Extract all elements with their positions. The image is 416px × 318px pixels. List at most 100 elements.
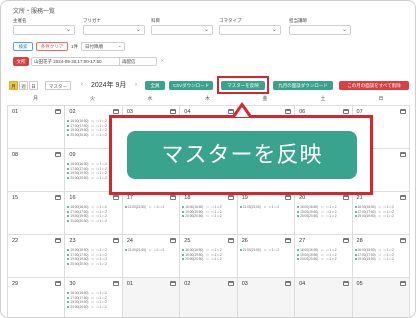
- event-text: 20:00(20:50) □ □ 1 □ 2: [185, 257, 222, 262]
- event-item[interactable]: 20:00(20:50) □ □ 1 □ 2: [297, 214, 349, 219]
- event-text: 19:00(19:50) □ □ 1 □ 2: [70, 300, 107, 305]
- calendar-icon[interactable]: [399, 195, 406, 200]
- event-item[interactable]: 21:00(21:50) □ □ 1 □ 2: [124, 248, 177, 253]
- calendar-day-cell[interactable]: 15: [7, 192, 64, 234]
- redelivery-chip[interactable]: 再配信: [119, 57, 157, 66]
- calendar-icon[interactable]: [170, 195, 177, 200]
- calendar-icon[interactable]: [55, 238, 62, 243]
- calendar-icon[interactable]: [399, 238, 406, 243]
- calendar-icon[interactable]: [342, 281, 349, 286]
- search-button[interactable]: 検索: [13, 42, 33, 51]
- calendar-day-cell[interactable]: 03: [236, 278, 295, 317]
- subject-select[interactable]: ⌄: [151, 25, 213, 35]
- month-download-button[interactable]: 九月の面談ダウンロード: [273, 81, 333, 90]
- close-icon[interactable]: ×: [161, 58, 164, 63]
- calendar-icon[interactable]: [399, 281, 406, 286]
- clear-button[interactable]: 条件クリア: [36, 42, 68, 51]
- calendar-icon[interactable]: [285, 109, 292, 114]
- calendar-icon[interactable]: [285, 281, 292, 286]
- teacher-select[interactable]: ⌄: [289, 25, 351, 35]
- calendar-icon[interactable]: [55, 109, 62, 114]
- calendar-day-cell[interactable]: 18 16:00(16:50) □ □ 1 □ 2 19:00(19:50) □ □…: [179, 192, 236, 234]
- event-item[interactable]: 20:00(20:50) □ □ 1 □ 2: [182, 257, 234, 262]
- event-item[interactable]: 21:00(21:50) □ □ 1 □ 2: [239, 205, 292, 210]
- event-item[interactable]: 21:00(21:50) □ □ 1 □ 2: [239, 248, 292, 253]
- prev-month-icon[interactable]: ‹: [81, 81, 83, 90]
- calendar-day-cell[interactable]: 16 16:00(16:50) □ □ 1 □ 2 17:00(17:50) □ □…: [64, 192, 121, 234]
- calendar-icon[interactable]: [55, 195, 62, 200]
- apply-master-button-zoomed[interactable]: マスターを反映: [127, 131, 357, 179]
- event-text: 17:00(17:50) □ □ 1 □ 2: [357, 252, 394, 257]
- calendar-day-cell[interactable]: 04: [294, 278, 352, 317]
- calendar-icon[interactable]: [342, 109, 349, 114]
- calendar-day-cell[interactable]: 17 21:00(21:50) □ □ 1 □ 2: [121, 192, 179, 234]
- furigana-select[interactable]: ⌄: [83, 25, 145, 35]
- calendar-icon[interactable]: [342, 195, 349, 200]
- calendar-day-cell[interactable]: 19 21:00(21:50) □ □ 1 □ 2: [236, 192, 294, 234]
- all-button[interactable]: 全員: [145, 81, 165, 90]
- calendar-day-cell[interactable]: 28 16:00(16:50) □ □ 1 □ 2 17:00(17:50) □ □…: [351, 235, 410, 277]
- calendar-day-cell[interactable]: 29: [7, 278, 64, 317]
- day-number: 05: [356, 281, 363, 287]
- calendar-day-cell[interactable]: 24 21:00(21:50) □ □ 1 □ 2: [121, 235, 179, 277]
- calendar-day-cell[interactable]: 02: [179, 278, 237, 317]
- calendar-icon[interactable]: [342, 238, 349, 243]
- calendar-icon[interactable]: [170, 238, 177, 243]
- calendar-icon[interactable]: [399, 152, 406, 157]
- calendar-day-cell[interactable]: 08: [7, 149, 64, 191]
- calendar-day-cell[interactable]: 05: [351, 278, 410, 317]
- event-item[interactable]: 20:00(20:50) □ □ 1 □ 2: [67, 305, 119, 310]
- event-item[interactable]: 19:00(19:50) □ □ 1 □ 2: [354, 257, 407, 262]
- host-select[interactable]: ⌄: [13, 25, 75, 35]
- next-month-icon[interactable]: ›: [135, 81, 137, 90]
- calendar-icon[interactable]: [55, 152, 62, 157]
- view-master-button[interactable]: マスター: [45, 81, 71, 90]
- calendar-icon[interactable]: [285, 195, 292, 200]
- calendar-icon[interactable]: [227, 195, 234, 200]
- calendar-icon[interactable]: [399, 109, 406, 114]
- calendar-day-cell[interactable]: 30 16:00(16:50) □ □ 1 □ 2 17:00(17:50) □ □…: [64, 278, 121, 317]
- calendar-icon[interactable]: [112, 281, 119, 286]
- event-item[interactable]: 20:00(20:50) □ □ 1 □ 2: [67, 262, 119, 267]
- day-number: 01: [126, 281, 133, 287]
- event-text: 17:00(17:50) □ □ 1 □ 2: [357, 209, 394, 214]
- event-item[interactable]: 20:00(20:50) □ □ 1 □ 2: [67, 219, 119, 224]
- calendar-day-cell[interactable]: 25 16:00(16:50) □ □ 1 □ 2 19:00(19:50) □ □…: [179, 235, 236, 277]
- calendar-day-cell[interactable]: 01: [7, 106, 64, 148]
- calendar-day-cell[interactable]: 20 16:00(16:50) □ □ 1 □ 2 19:00(19:50) □ □…: [294, 192, 351, 234]
- calendar-icon[interactable]: [112, 109, 119, 114]
- calendar-day-cell[interactable]: 27 16:00(16:50) □ □ 1 □ 2 19:00(19:50) □ □…: [294, 235, 351, 277]
- csv-download-button[interactable]: CSVダウンロード: [169, 81, 213, 90]
- calendar-day-cell[interactable]: 23 16:00(16:50) □ □ 1 □ 2 17:00(17:50) □ □…: [64, 235, 121, 277]
- event-dot-icon: [182, 215, 185, 218]
- event-dot-icon: [354, 215, 357, 218]
- calendar-icon[interactable]: [227, 281, 234, 286]
- delete-month-button[interactable]: この月の面談をすべて削除: [339, 81, 409, 90]
- calendar-icon[interactable]: [285, 238, 292, 243]
- day-number: 20: [299, 195, 306, 201]
- view-week-button[interactable]: 週: [19, 81, 28, 90]
- event-text: 19:00(19:50) □ □ 1 □ 2: [70, 257, 107, 262]
- event-item[interactable]: 20:00(20:50) □ □ 1 □ 2: [182, 214, 234, 219]
- calendar-icon[interactable]: [112, 195, 119, 200]
- calendar-day-cell[interactable]: 21 16:00(16:50) □ □ 1 □ 2 17:00(17:50) □ □…: [351, 192, 410, 234]
- calendar-day-cell[interactable]: 01: [121, 278, 180, 317]
- calendar-icon[interactable]: [112, 238, 119, 243]
- calendar-icon[interactable]: [170, 109, 177, 114]
- sort-select[interactable]: 日付降順 ⌄: [81, 42, 125, 51]
- event-item[interactable]: 19:00(19:50) □ □ 1 □ 2: [354, 214, 407, 219]
- view-day-button[interactable]: 日: [29, 81, 38, 90]
- calendar-day-cell[interactable]: 22: [7, 235, 64, 277]
- event-item[interactable]: 21:00(21:50) □ □ 1 □ 2: [124, 205, 177, 210]
- event-text: 16:00(16:50) □ □ 1 □ 2: [357, 248, 394, 252]
- chevron-down-icon: ⌄: [65, 27, 71, 33]
- event-text: 16:00(16:50) □ □ 1 □ 2: [70, 119, 107, 123]
- koma-type-select[interactable]: ⌄: [219, 25, 281, 35]
- event-text: 16:00(16:50) □ □ 1 □ 2: [70, 291, 107, 295]
- calendar-icon[interactable]: [227, 238, 234, 243]
- calendar-icon[interactable]: [170, 281, 177, 286]
- view-month-button[interactable]: 月: [9, 81, 18, 90]
- calendar-day-cell[interactable]: 26 21:00(21:50) □ □ 1 □ 2: [236, 235, 294, 277]
- event-item[interactable]: 20:00(20:50) □ □ 1 □ 2: [297, 257, 349, 262]
- calendar-icon[interactable]: [55, 281, 62, 286]
